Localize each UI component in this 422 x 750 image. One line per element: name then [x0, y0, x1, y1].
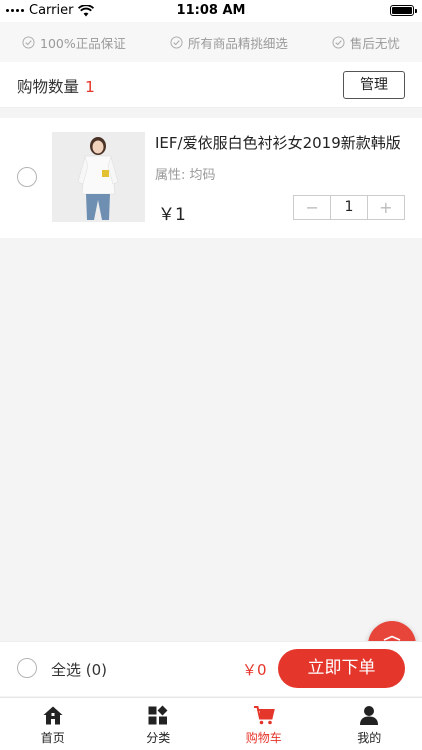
increase-button[interactable]: + [368, 196, 404, 219]
product-price: ￥1 [158, 205, 186, 225]
cart-header: 购物数量 1 管理 [0, 62, 422, 108]
guarantee-label: 售后无忧 [349, 35, 400, 51]
cart-icon [253, 706, 275, 725]
place-order-button[interactable]: 立即下单 [278, 649, 405, 688]
guarantee-item: 100%正品保证 [22, 33, 126, 52]
product-image[interactable] [52, 132, 145, 222]
guarantee-label: 100%正品保证 [40, 35, 126, 51]
guarantee-strip: 100%正品保证 所有商品精挑细选 售后无忧 [0, 22, 422, 62]
select-all-label[interactable]: 全选 (0) [51, 659, 107, 680]
quantity-stepper: − 1 + [293, 195, 405, 220]
cart-item: IEF/爱依服白色衬衫女2019新款韩版 属性: 均码 ￥1 − 1 + [0, 118, 422, 238]
status-bar: Carrier 11:08 AM [0, 0, 422, 22]
checkout-bar: 全选 (0) ￥0 立即下单 [0, 641, 422, 696]
tab-label: 购物车 [245, 731, 282, 745]
guarantee-item: 售后无忧 [332, 33, 400, 52]
product-title[interactable]: IEF/爱依服白色衬衫女2019新款韩版 [155, 132, 407, 153]
tab-label: 首页 [40, 731, 65, 745]
quantity-value[interactable]: 1 [330, 196, 368, 219]
decrease-button[interactable]: − [294, 196, 330, 219]
check-circle-icon [170, 35, 183, 49]
manage-button[interactable]: 管理 [343, 71, 405, 99]
total-price: ￥0 [242, 661, 267, 679]
product-attribute: 属性: 均码 [155, 168, 216, 183]
cart-count: 购物数量 1 [17, 75, 95, 97]
check-circle-icon [332, 35, 345, 49]
tab-cart[interactable]: 购物车 [211, 698, 317, 750]
category-icon [148, 705, 168, 725]
guarantee-item: 所有商品精挑细选 [170, 33, 288, 52]
user-icon [360, 706, 379, 725]
status-time: 11:08 AM [176, 3, 246, 18]
tab-label: 分类 [146, 731, 171, 745]
guarantee-label: 所有商品精挑细选 [187, 35, 288, 51]
home-icon [43, 706, 63, 725]
product-photo-illustration [52, 132, 145, 222]
check-circle-icon [22, 35, 35, 49]
tab-category[interactable]: 分类 [106, 698, 212, 750]
select-all-radio[interactable] [17, 658, 37, 678]
tab-label: 我的 [357, 731, 382, 745]
item-select-radio[interactable] [17, 167, 37, 187]
cart-count-number: 1 [85, 78, 95, 96]
tab-profile[interactable]: 我的 [317, 698, 422, 750]
tab-home[interactable]: 首页 [0, 698, 106, 750]
tab-bar: 首页 分类 购物车 我的 [0, 697, 422, 750]
cart-count-label: 购物数量 [17, 78, 80, 96]
battery-icon [390, 5, 417, 16]
